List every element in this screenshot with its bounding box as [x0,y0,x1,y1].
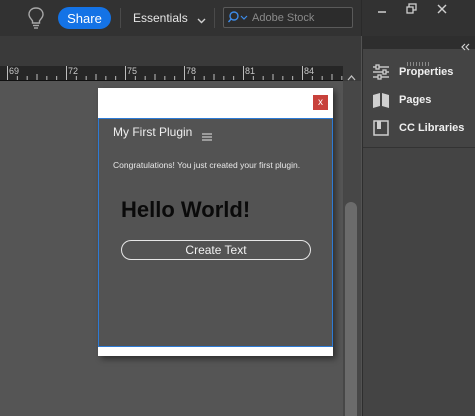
restore-button[interactable] [397,0,425,20]
restore-icon [405,1,417,19]
plugin-title: My First Plugin [113,125,193,139]
hamburger-menu-icon[interactable] [202,128,212,141]
toolbar-divider [120,8,121,28]
ruler-label: 72 [68,66,79,76]
panel-item-label: Pages [399,94,432,106]
panel-item-label: CC Libraries [399,122,465,134]
ruler-label: 78 [186,66,197,76]
panel-item-cc-libraries[interactable]: CC Libraries [371,117,464,139]
toolbar-divider [361,0,362,36]
plugin-panel: My First Plugin Congratulations! You jus… [98,118,333,347]
hello-world-heading: Hello World! [121,197,251,222]
workspace-label: Essentials [133,11,188,25]
pages-icon [371,91,391,109]
ruler-label: 81 [245,66,256,76]
panel-item-label: Properties [399,66,454,78]
panel-dock: Properties Pages CC Libraries [362,36,475,416]
scrollbar-thumb[interactable] [345,202,357,416]
panel-grip-icon[interactable] [407,53,429,66]
close-window-button[interactable] [428,0,456,20]
plugin-dialog: x My First Plugin Congratulations! You j… [98,88,333,356]
stock-search-input[interactable] [250,11,352,24]
create-text-button[interactable]: Create Text [121,240,311,260]
close-dialog-button[interactable]: x [313,95,328,110]
ruler-label: 75 [127,66,138,76]
workspace-switcher[interactable]: Essentials [133,0,206,36]
collapse-panel-icon[interactable] [461,38,471,56]
close-icon [437,1,447,19]
panel-item-pages[interactable]: Pages [371,89,431,111]
minimize-icon [377,1,387,19]
properties-icon [371,63,391,81]
lightbulb-icon[interactable] [27,6,45,30]
ruler-label: 69 [9,66,20,76]
document-tab-strip [0,36,361,66]
app-toolbar: Share Essentials [0,0,475,36]
share-button[interactable]: Share [58,7,111,29]
scroll-up-button[interactable] [343,66,361,81]
adobe-stock-search[interactable] [223,7,353,28]
panel-divider [363,147,475,148]
cc-libraries-icon [371,119,391,137]
chevron-down-icon [197,14,206,23]
search-icon [227,10,250,26]
ruler-label: 84 [304,66,315,76]
ruler-ticks [7,66,343,80]
toolbar-divider [214,8,215,28]
panel-item-properties[interactable]: Properties [371,61,453,83]
congratulations-message: Congratulations! You just created your f… [113,160,301,170]
horizontal-ruler[interactable]: 69 72 75 78 81 84 [0,66,343,81]
minimize-button[interactable] [368,0,396,20]
panel-header [363,36,475,51]
